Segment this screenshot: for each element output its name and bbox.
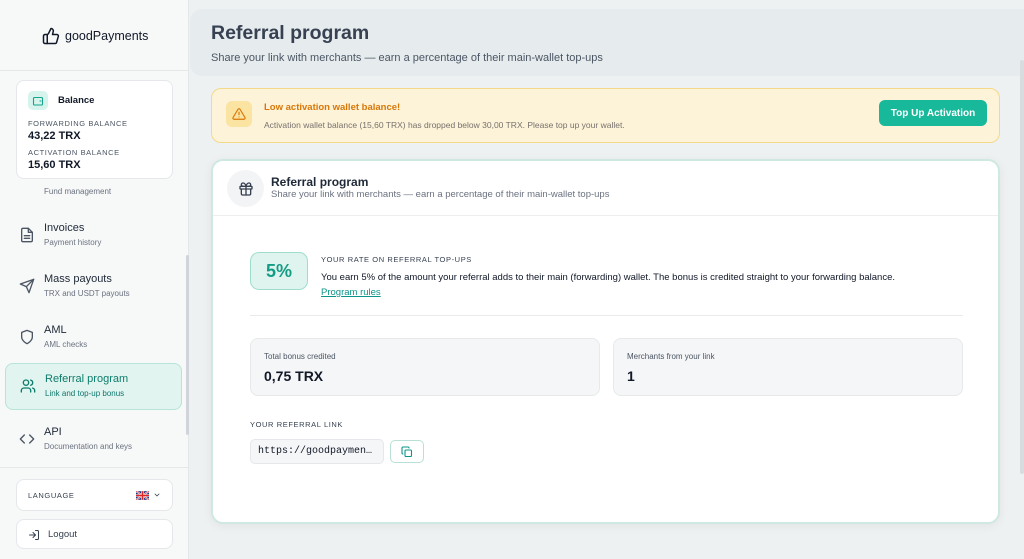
gift-icon [227, 170, 264, 207]
sidebar-item-sub: Documentation and keys [44, 442, 133, 451]
thumbs-up-icon [42, 27, 60, 45]
stat-value: 1 [627, 368, 635, 384]
sidebar-item-label: API [44, 426, 62, 438]
page-title: Referral program [211, 22, 370, 44]
sidebar-scrollbar[interactable] [186, 255, 189, 435]
sidebar-item-sub: TRX and USDT payouts [44, 289, 130, 298]
referral-link-label: YOUR REFERRAL LINK [250, 420, 344, 429]
wallet-icon [28, 91, 48, 110]
language-select[interactable]: LANGUAGE [16, 479, 173, 511]
card-header: Referral program Share your link with me… [213, 161, 998, 216]
uk-flag-icon [136, 491, 149, 500]
alert-title: Low activation wallet balance! [264, 102, 401, 113]
sidebar-item-label: AML [44, 324, 67, 336]
sidebar-item-mass-payouts[interactable]: Mass payouts TRX and USDT payouts [5, 264, 182, 311]
stat-label: Merchants from your link [627, 352, 715, 361]
rate-badge: 5% [250, 252, 308, 290]
alert-text: Activation wallet balance (15,60 TRX) ha… [264, 120, 625, 130]
divider [0, 70, 189, 71]
balance-card: Balance FORWARDING BALANCE 43,22 TRX ACT… [16, 80, 173, 179]
card-subtitle: Share your link with merchants — earn a … [271, 189, 610, 200]
sidebar: goodPayments Balance FORWARDING BALANCE … [0, 0, 189, 559]
sidebar-item-label: Referral program [45, 373, 129, 385]
sidebar-item-sub: Payment history [44, 238, 102, 247]
activation-balance-value: 15,60 TRX [28, 159, 81, 171]
page-subtitle: Share your link with merchants — earn a … [211, 52, 603, 64]
sidebar-item-sub: AML checks [44, 340, 88, 349]
low-balance-alert: Low activation wallet balance! Activatio… [211, 88, 1000, 143]
shield-icon [21, 329, 33, 345]
warning-icon [226, 101, 252, 127]
forwarding-balance-value: 43,22 TRX [28, 130, 81, 142]
rate-label: YOUR RATE ON REFERRAL TOP-UPS [321, 255, 472, 264]
code-icon [19, 434, 35, 444]
sidebar-nav: Fund management Invoices Payment history… [0, 184, 189, 464]
sidebar-item-aml[interactable]: AML AML checks [5, 315, 182, 362]
sidebar-item-referral-program[interactable]: Referral program Link and top-up bonus [5, 363, 182, 410]
merchants-stat: Merchants from your link 1 [613, 338, 963, 396]
copy-link-button[interactable] [390, 440, 424, 463]
referral-card: Referral program Share your link with me… [211, 159, 1000, 524]
stat-value: 0,75 TRX [264, 368, 324, 384]
forwarding-balance-label: FORWARDING BALANCE [28, 119, 128, 128]
users-icon [20, 379, 36, 393]
logout-button[interactable]: Logout [16, 519, 173, 549]
copy-icon [401, 445, 413, 457]
activation-balance-label: ACTIVATION BALANCE [28, 148, 120, 157]
sidebar-item-api[interactable]: API Documentation and keys [5, 417, 182, 464]
balance-title: Balance [58, 95, 95, 106]
referral-link-field[interactable]: https://goodpayment… [250, 439, 384, 464]
brand-name: goodPayments [65, 29, 149, 43]
rate-description: You earn 5% of the amount your referral … [321, 272, 896, 283]
sidebar-item-label: Mass payouts [44, 273, 112, 285]
language-label: LANGUAGE [28, 491, 75, 500]
divider [250, 315, 963, 316]
sidebar-item-label: Invoices [44, 222, 85, 234]
total-bonus-stat: Total bonus credited 0,75 TRX [250, 338, 600, 396]
sidebar-item-wallets-sub[interactable]: Fund management [44, 187, 111, 196]
logout-label: Logout [48, 529, 78, 540]
brand-logo[interactable]: goodPayments [42, 27, 148, 45]
divider [0, 467, 189, 468]
sidebar-item-invoices[interactable]: Invoices Payment history [5, 213, 182, 260]
program-rules-link[interactable]: Program rules [321, 287, 381, 298]
send-icon [19, 278, 35, 294]
card-title: Referral program [271, 175, 369, 189]
sidebar-item-sub: Link and top-up bonus [45, 389, 125, 398]
chevron-down-icon [154, 493, 160, 497]
document-icon [21, 227, 33, 243]
stat-label: Total bonus credited [264, 352, 336, 361]
logout-icon [29, 530, 39, 540]
top-up-activation-button[interactable]: Top Up Activation [879, 100, 987, 126]
page-scrollbar[interactable] [1020, 60, 1024, 474]
